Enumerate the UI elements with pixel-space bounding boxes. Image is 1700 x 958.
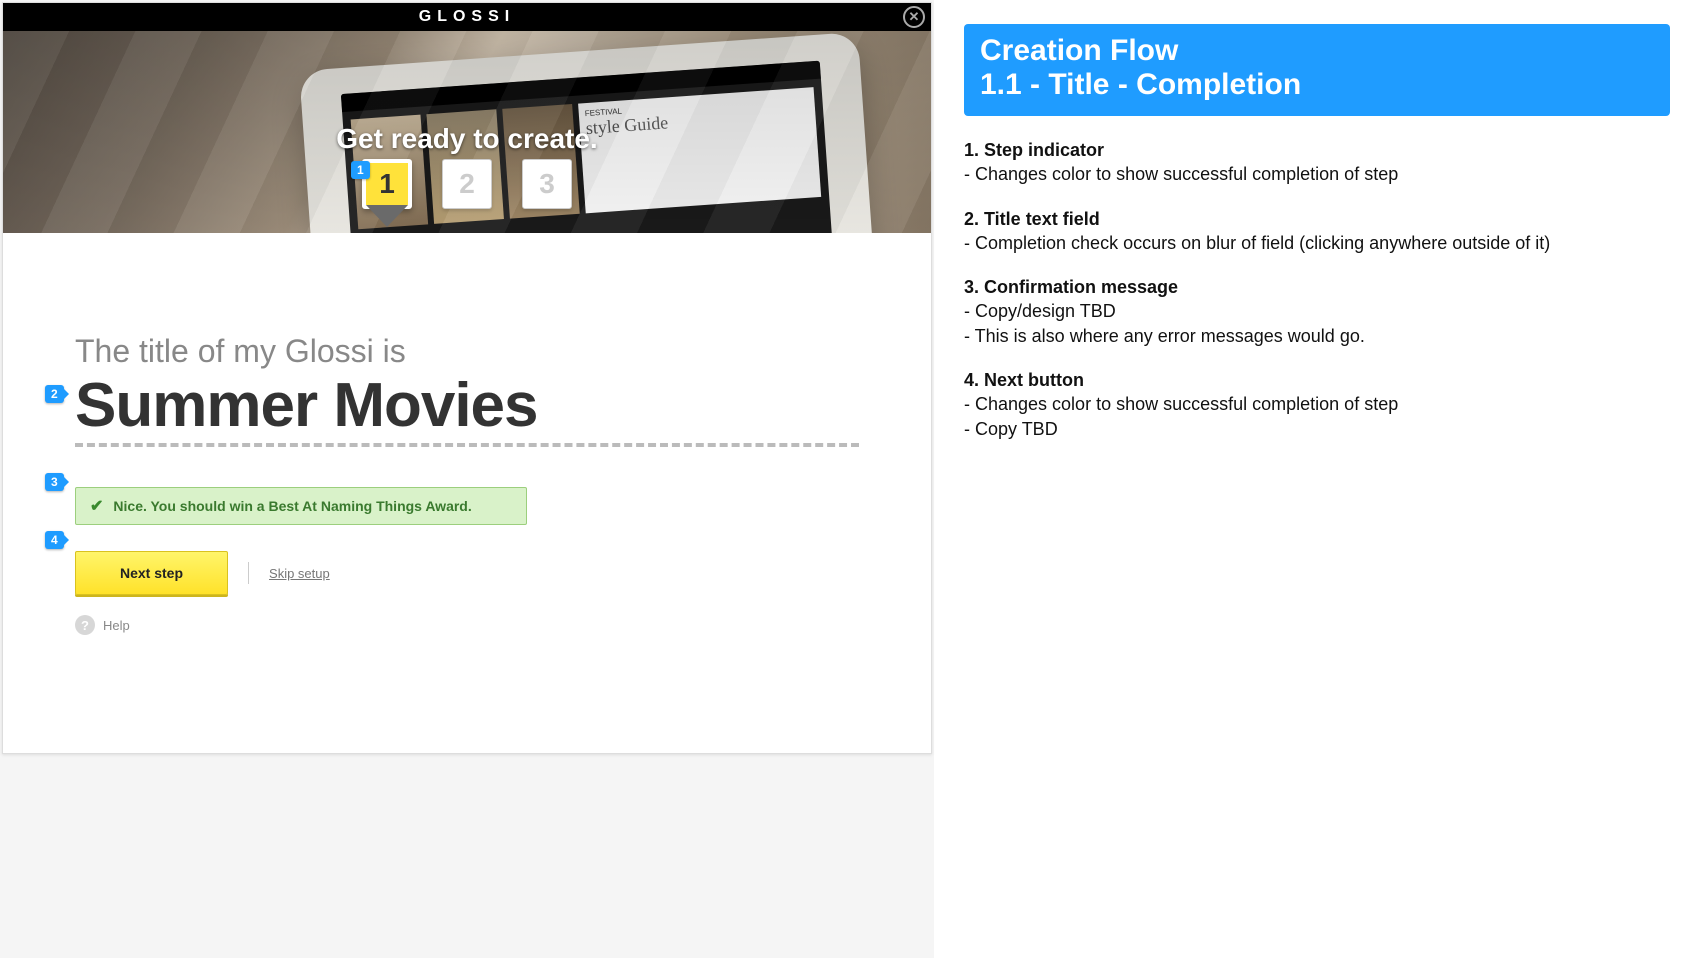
spec-item-bullet: - Copy TBD <box>964 417 1670 441</box>
hero-title: Get ready to create. <box>3 123 931 155</box>
confirmation-message: ✔ Nice. You should win a Best At Naming … <box>75 487 527 525</box>
wizard-modal: GLOSSI FESTIVALstyle Guide Get ready to … <box>2 2 932 754</box>
modal-topbar: GLOSSI <box>3 3 931 31</box>
spec-panel: Creation Flow 1.1 - Title - Completion 1… <box>934 0 1700 958</box>
step-indicator: 1 2 3 <box>362 159 572 209</box>
confirmation-text: Nice. You should win a Best At Naming Th… <box>113 498 471 514</box>
help-row[interactable]: ? Help <box>75 615 859 635</box>
spec-item-title: 2. Title text field <box>964 207 1670 231</box>
close-icon[interactable] <box>903 6 925 28</box>
spec-item-bullet: - Changes color to show successful compl… <box>964 392 1670 416</box>
spec-body: 1. Step indicator- Changes color to show… <box>964 138 1670 441</box>
spec-item-title: 3. Confirmation message <box>964 275 1670 299</box>
annotation-badge-2: 2 <box>45 385 64 403</box>
annotation-badge-3: 3 <box>45 473 64 491</box>
action-row: Next step Skip setup <box>75 551 859 595</box>
check-icon: ✔ <box>90 496 103 516</box>
form-area: The title of my Glossi is ✔ Nice. You sh… <box>3 233 931 635</box>
skip-setup-link[interactable]: Skip setup <box>269 566 330 581</box>
spec-item-bullet: - This is also where any error messages … <box>964 324 1670 348</box>
annotation-badge-4: 4 <box>45 531 64 549</box>
spec-item-bullet: - Completion check occurs on blur of fie… <box>964 231 1670 255</box>
spec-item-title: 1. Step indicator <box>964 138 1670 162</box>
brand-logo: GLOSSI <box>419 8 515 26</box>
step-2[interactable]: 2 <box>442 159 492 209</box>
help-icon: ? <box>75 615 95 635</box>
next-button[interactable]: Next step <box>75 551 228 595</box>
help-label: Help <box>103 618 130 633</box>
title-prompt: The title of my Glossi is <box>75 333 859 370</box>
step-3[interactable]: 3 <box>522 159 572 209</box>
spec-header: Creation Flow 1.1 - Title - Completion <box>964 24 1670 116</box>
divider <box>248 562 249 584</box>
spec-item-bullet: - Copy/design TBD <box>964 299 1670 323</box>
spec-header-line1: Creation Flow <box>980 34 1654 68</box>
spec-item-bullet: - Changes color to show successful compl… <box>964 162 1670 186</box>
spec-header-line2: 1.1 - Title - Completion <box>980 68 1654 102</box>
spec-item-title: 4. Next button <box>964 368 1670 392</box>
title-input[interactable] <box>75 370 859 447</box>
annotation-badge-1: 1 <box>351 161 370 179</box>
